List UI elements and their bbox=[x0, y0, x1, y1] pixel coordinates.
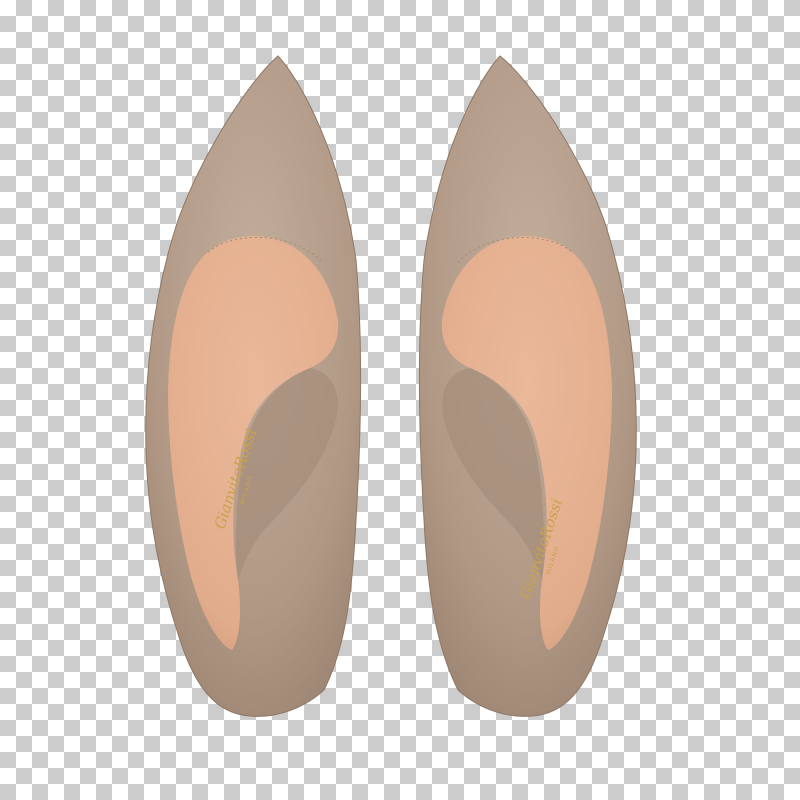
right-shoe: GianvitoRossi MILANO bbox=[419, 55, 637, 717]
product-photo: GianvitoRossi MILANO GianvitoRossi MILAN… bbox=[145, 55, 637, 717]
left-shoe: GianvitoRossi MILANO bbox=[145, 55, 361, 717]
